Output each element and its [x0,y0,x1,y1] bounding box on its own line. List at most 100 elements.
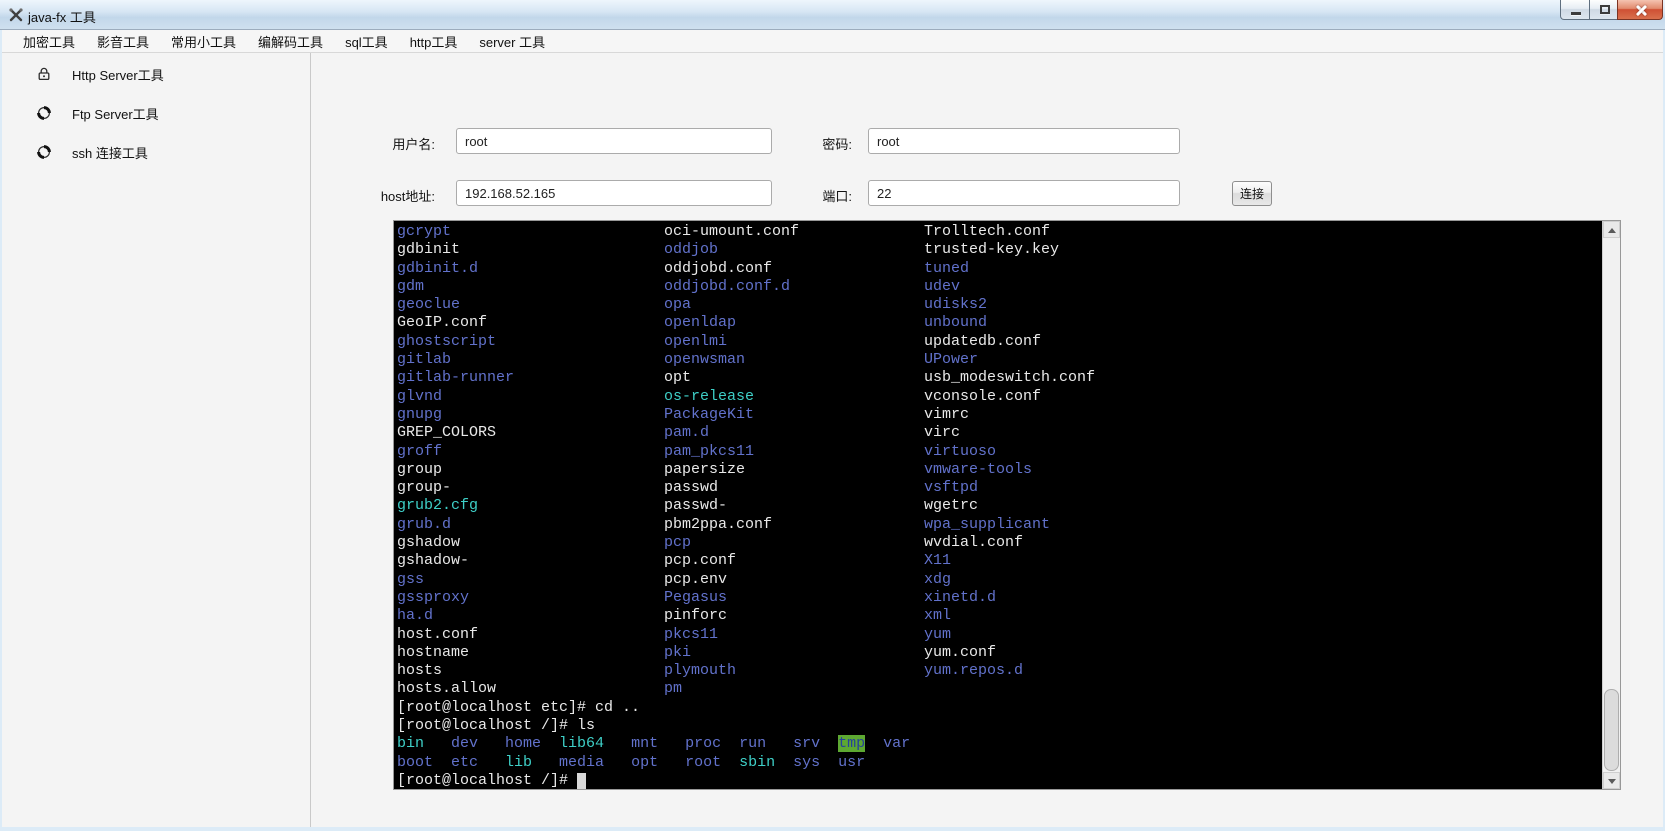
terminal-line: oddjobd.conf [664,260,924,278]
terminal-text: pam_pkcs11 [664,443,754,460]
password-input[interactable] [868,128,1180,154]
sidebar-divider [310,53,311,827]
menu-item-5[interactable]: sql工具 [334,29,399,54]
terminal-line: yum.conf [924,644,1602,662]
menu-bar: 加密工具影音工具常用小工具编解码工具sql工具http工具server 工具 [2,30,1663,53]
terminal-line: grub2.cfg [397,497,664,515]
sidebar-item-ftp-server工具[interactable]: Ftp Server工具 [28,100,283,126]
terminal-line: hosts [397,662,664,680]
menu-item-2[interactable]: 影音工具 [86,29,160,54]
scroll-down-button[interactable] [1603,772,1620,789]
terminal-line: boot etc lib media opt root sbin sys usr [397,754,1602,772]
terminal-text: wvdial.conf [924,534,1023,551]
terminal-text: vsftpd [924,479,978,496]
terminal-command-lines: [root@localhost etc]# cd .. [root@localho… [397,699,1602,789]
menu-item-1[interactable]: 加密工具 [12,29,86,54]
terminal-line: GREP_COLORS [397,424,664,442]
username-label: 用户名: [370,134,435,153]
minimize-button[interactable] [1560,0,1590,20]
terminal-text: pcp [664,534,691,551]
title-bar[interactable]: java-fx 工具 [0,0,1665,30]
terminal-line: gnupg [397,406,664,424]
sidebar-item-ssh-连接工具[interactable]: ssh 连接工具 [28,139,283,165]
terminal-line: passwd [664,479,924,497]
terminal-line: xdg [924,571,1602,589]
terminal-text: gdm [397,278,424,295]
terminal-line: openwsman [664,351,924,369]
terminal-line: gssproxy [397,589,664,607]
terminal-text: UPower [924,351,978,368]
sync-icon [36,144,52,160]
terminal-text: wpa_supplicant [924,516,1050,533]
connect-button[interactable]: 连接 [1232,181,1272,206]
sidebar-item-http-server工具[interactable]: Http Server工具 [28,61,283,87]
terminal-line: gss [397,571,664,589]
menu-item-6[interactable]: http工具 [399,29,469,54]
terminal-line: opt [664,369,924,387]
scroll-up-button[interactable] [1603,221,1620,238]
terminal-text: srv [793,735,838,752]
terminal-text: yum.conf [924,644,996,661]
terminal-text: openldap [664,314,736,331]
terminal-text: [root@localhost etc]# cd .. [397,699,640,716]
terminal-line: Pegasus [664,589,924,607]
terminal-line: geoclue [397,296,664,314]
terminal-text: proc [685,735,739,752]
terminal-line: ha.d [397,607,664,625]
terminal-text: pm [664,680,682,697]
terminal-line: GeoIP.conf [397,314,664,332]
terminal-text: etc [451,754,505,771]
terminal-text: tuned [924,260,969,277]
terminal-text: groff [397,443,442,460]
terminal-text: Pegasus [664,589,727,606]
maximize-button[interactable] [1589,0,1618,20]
terminal-text: udisks2 [924,296,987,313]
port-input[interactable] [868,180,1180,206]
maximize-icon [1600,5,1610,14]
terminal-text: X11 [924,552,951,569]
menu-item-3[interactable]: 常用小工具 [160,29,247,54]
terminal-line: wgetrc [924,497,1602,515]
terminal-line: trusted-key.key [924,241,1602,259]
terminal-text: hostname [397,644,469,661]
terminal-output[interactable]: gcryptgdbinitgdbinit.dgdmgeoclueGeoIP.co… [394,221,1602,789]
terminal-text: sys [793,754,838,771]
terminal-line: openldap [664,314,924,332]
terminal-text: Trolltech.conf [924,223,1050,240]
terminal-text: updatedb.conf [924,333,1041,350]
terminal-text: xdg [924,571,951,588]
terminal-text: unbound [924,314,987,331]
terminal-text: mnt [631,735,685,752]
terminal-line: yum [924,626,1602,644]
terminal-text: gdbinit.d [397,260,478,277]
terminal-text: yum.repos.d [924,662,1023,679]
terminal-line: pm [664,680,924,698]
terminal-line: gshadow- [397,552,664,570]
terminal-line: wpa_supplicant [924,516,1602,534]
terminal-text: gss [397,571,424,588]
terminal-text: gcrypt [397,223,451,240]
terminal-line: hosts.allow [397,680,664,698]
sync-icon [36,105,52,121]
close-button[interactable] [1617,0,1663,20]
username-input[interactable] [456,128,772,154]
scrollbar-thumb[interactable] [1604,689,1619,771]
terminal-scrollbar[interactable] [1602,221,1620,789]
terminal-text: PackageKit [664,406,754,423]
terminal-text: tmp [838,735,865,752]
host-input[interactable] [456,180,772,206]
terminal-text: vimrc [924,406,969,423]
terminal-file-listing: gcryptgdbinitgdbinit.dgdmgeoclueGeoIP.co… [397,223,1602,699]
menu-item-4[interactable]: 编解码工具 [247,29,334,54]
terminal-line: pam.d [664,424,924,442]
terminal-text: virtuoso [924,443,996,460]
terminal-text: vmware-tools [924,461,1032,478]
terminal-line: [root@localhost /]# [397,772,1602,789]
terminal-text: gnupg [397,406,442,423]
terminal-line: [root@localhost etc]# cd .. [397,699,1602,717]
menu-item-7[interactable]: server 工具 [468,29,556,54]
terminal-line: usb_modeswitch.conf [924,369,1602,387]
terminal-text: xinetd.d [924,589,996,606]
terminal-text: oddjobd.conf.d [664,278,790,295]
terminal-cursor [577,773,586,789]
